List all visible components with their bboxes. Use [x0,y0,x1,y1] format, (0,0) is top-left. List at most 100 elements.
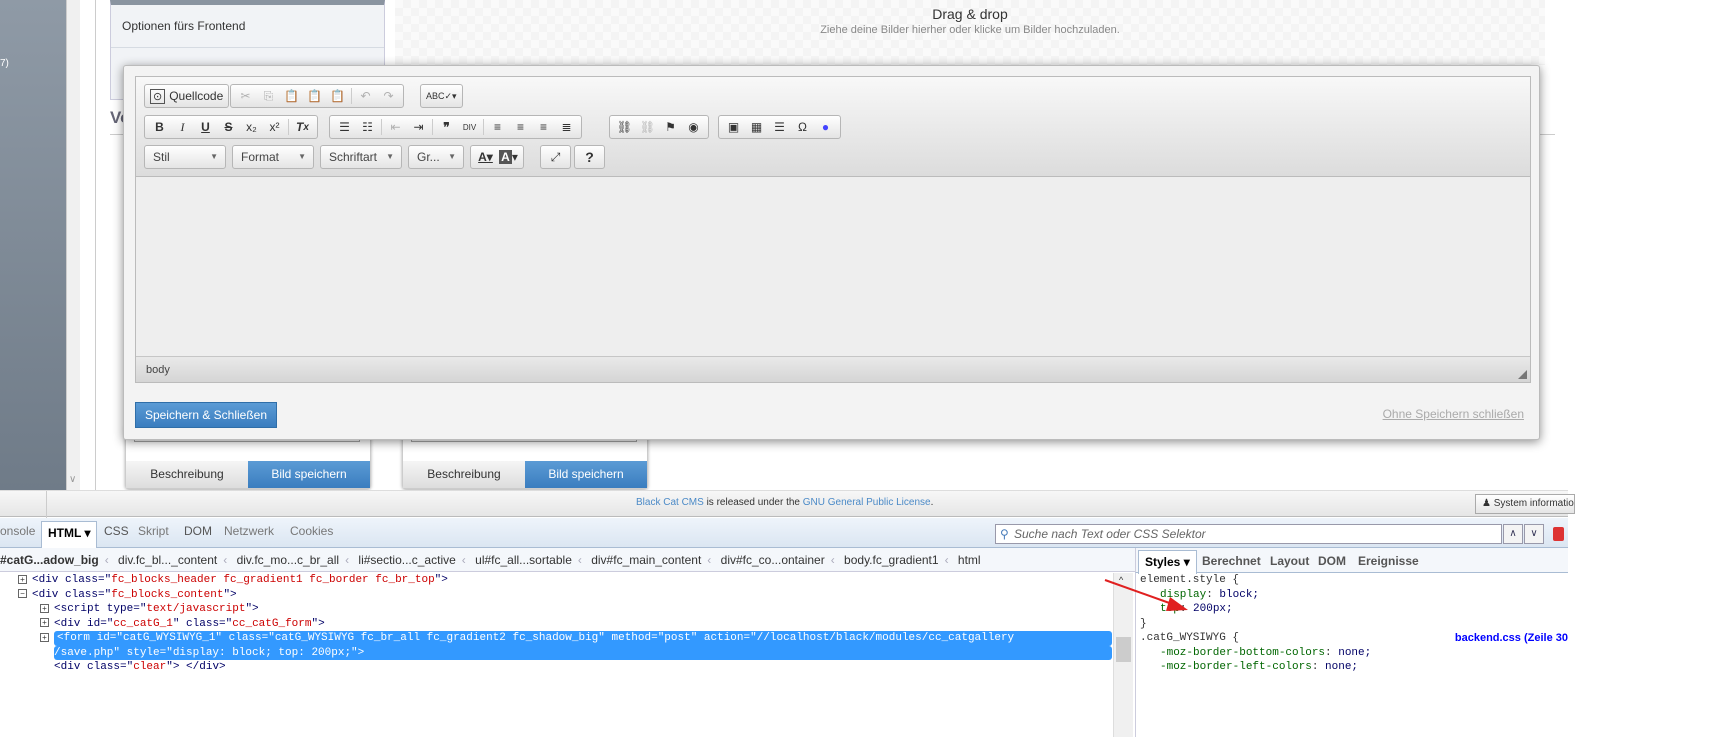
scroll-down-icon[interactable]: ∨ [69,474,76,485]
undo-icon[interactable]: ↶ [354,86,377,106]
help-icon[interactable]: ? [578,147,601,167]
tab-css[interactable]: CSS [104,524,129,538]
tab-layout[interactable]: Layout [1270,554,1309,568]
spellcheck-icon[interactable]: ABC✓▾ [424,86,459,106]
crumb[interactable]: li#sectio...c_active [358,553,455,567]
expand-icon[interactable]: + [40,632,49,642]
source-link[interactable]: backend.css (Zeile 30 [1455,631,1568,646]
size-combo[interactable]: Gr... ▼ [408,145,464,169]
paste-word-icon[interactable]: 📋 [326,86,349,106]
horizontal-rule-icon[interactable]: ☰ [768,117,791,137]
description-tab[interactable]: Beschreibung [126,461,248,488]
editor-content-area[interactable] [136,177,1530,357]
description-tab[interactable]: Beschreibung [403,461,525,488]
options-frontend-item[interactable]: Optionen fürs Frontend [111,5,384,48]
crumb[interactable]: html [958,553,981,567]
expand-icon[interactable]: + [40,618,49,628]
paste-text-icon[interactable]: 📋 [303,86,326,106]
tab-dom[interactable]: DOM [184,524,212,538]
save-image-button[interactable]: Bild speichern [525,461,647,488]
tree-node[interactable]: + <div class="fc_blocks_header fc_gradien… [0,573,1113,588]
tab-console[interactable]: onsole [0,524,35,538]
indent-icon[interactable]: ⇥ [407,117,430,137]
subscript-icon[interactable]: x₂ [240,117,263,137]
div-container-icon[interactable]: DIV [458,117,481,137]
html-scrollbar[interactable]: ^ [1113,573,1133,737]
brand-link[interactable]: Black Cat CMS [636,497,704,508]
tab-styles[interactable]: Styles ▾ [1138,550,1197,574]
plugin-icon[interactable]: ● [814,117,837,137]
bg-color-icon[interactable]: A ▾ [497,147,520,167]
table-icon[interactable]: ▦ [745,117,768,137]
source-button[interactable]: ⊙ Quellcode [148,86,225,106]
format-combo[interactable]: Format ▼ [232,145,314,169]
path-body[interactable]: body [146,364,170,376]
tree-node-selected[interactable]: + <form id="catG_WYSIWYG_1" class="catG_W… [0,631,1113,646]
scroll-up-icon[interactable]: ^ [1119,575,1123,585]
numbered-list-icon[interactable]: ☰ [333,117,356,137]
image-icon[interactable]: ▣ [722,117,745,137]
redo-icon[interactable]: ↷ [377,86,400,106]
tree-node[interactable]: <div class="clear"> </div> [0,660,1113,675]
remove-format-icon[interactable]: Tx [291,117,314,137]
sidebar-scrollbar[interactable]: ∨ [66,0,80,490]
license-link[interactable]: GNU General Public License [803,497,931,508]
align-center-icon[interactable]: ≡ [509,117,532,137]
tab-events[interactable]: Ereignisse [1358,554,1419,568]
crumb[interactable]: #catG...adow_big [0,553,99,567]
paste-icon[interactable]: 📋 [280,86,303,106]
align-left-icon[interactable]: ≡ [486,117,509,137]
crumb[interactable]: body.fc_gradient1 [844,553,939,567]
text-color-icon[interactable]: A▾ [474,147,497,167]
cut-icon[interactable]: ✂ [234,86,257,106]
expand-icon[interactable]: + [40,603,49,613]
special-char-icon[interactable]: Ω [791,117,814,137]
expand-icon[interactable]: + [18,574,27,584]
tab-network[interactable]: Netzwerk [224,524,274,538]
link-icon[interactable]: ⛓ [613,117,636,137]
search-next-button[interactable]: ∨ [1524,524,1544,544]
bold-icon[interactable]: B [148,117,171,137]
italic-icon[interactable]: I [171,117,194,137]
superscript-icon[interactable]: x² [263,117,286,137]
bulleted-list-icon[interactable]: ☷ [356,117,379,137]
crumb[interactable]: ul#fc_all...sortable [475,553,572,567]
tab-html[interactable]: HTML ▾ [41,521,98,548]
tree-node[interactable]: + <script type="text/javascript"> [0,602,1113,617]
crumb[interactable]: div#fc_main_content [591,553,701,567]
style-property[interactable]: display: block; [1140,588,1568,603]
align-right-icon[interactable]: ≡ [532,117,555,137]
tab-script[interactable]: Skript [138,524,169,538]
system-info-button[interactable]: ♟ System information [1475,494,1575,514]
align-justify-icon[interactable]: ≣ [555,117,578,137]
style-property[interactable]: top: 200px; [1140,602,1568,617]
style-property[interactable]: -moz-border-bottom-colors: none; [1140,646,1568,661]
outdent-icon[interactable]: ⇤ [384,117,407,137]
tab-computed[interactable]: Berechnet [1202,554,1261,568]
strike-icon[interactable]: S [217,117,240,137]
maximize-icon[interactable]: ⤢ [544,147,567,167]
unlink-icon[interactable]: ⛓ [636,117,659,137]
tab-cookies[interactable]: Cookies [290,524,333,538]
font-combo[interactable]: Schriftart ▼ [320,145,402,169]
save-image-button[interactable]: Bild speichern [248,461,370,488]
blockquote-icon[interactable]: ❞ [435,117,458,137]
underline-icon[interactable]: U [194,117,217,137]
search-input[interactable]: ⚲ Suche nach Text oder CSS Selektor [995,524,1502,544]
dropzone[interactable]: Drag & drop Ziehe deine Bilder hierher o… [395,0,1545,65]
close-icon[interactable] [1553,527,1564,541]
droplet-link-icon[interactable]: ◉ [682,117,705,137]
collapse-icon[interactable]: − [18,589,27,599]
style-combo[interactable]: Stil ▼ [144,145,226,169]
anchor-icon[interactable]: ⚑ [659,117,682,137]
crumb[interactable]: div.fc_mo...c_br_all [237,553,340,567]
close-without-save-link[interactable]: Ohne Speichern schließen [1383,407,1524,421]
search-prev-button[interactable]: ∧ [1503,524,1523,544]
tree-node[interactable]: + <div id="cc_catG_1" class="cc_catG_form… [0,617,1113,632]
copy-icon[interactable]: ⎘ [257,86,280,106]
crumb[interactable]: div#fc_co...ontainer [721,553,825,567]
save-close-button[interactable]: Speichern & Schließen [135,402,277,428]
tree-node-selected-cont[interactable]: /save.php" style="display: block; top: 2… [0,645,1113,660]
style-property[interactable]: -moz-border-left-colors: none; [1140,660,1568,675]
scroll-thumb[interactable] [1116,637,1131,662]
